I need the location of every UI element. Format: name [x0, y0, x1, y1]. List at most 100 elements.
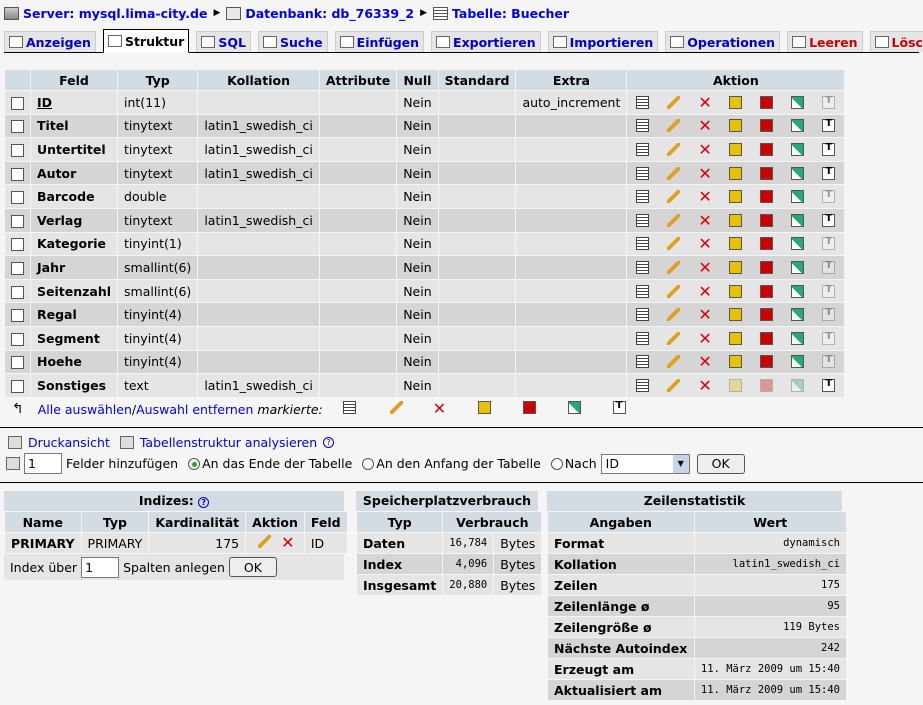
radio-end[interactable] — [188, 457, 201, 470]
row-checkbox[interactable] — [11, 238, 24, 252]
unique-icon[interactable] — [751, 256, 782, 278]
fulltext-icon[interactable] — [813, 186, 844, 208]
mass-unique-icon[interactable] — [522, 401, 536, 417]
drop-field-icon[interactable]: ✕ — [689, 351, 720, 373]
edit-field-icon[interactable] — [658, 233, 689, 255]
browse-field-icon[interactable] — [627, 162, 658, 184]
unique-icon[interactable] — [751, 115, 782, 137]
fulltext-icon[interactable] — [813, 162, 844, 184]
breadcrumb-database[interactable]: Datenbank: db_76339_2 — [245, 6, 414, 21]
tab-sql[interactable]: SQL — [196, 31, 251, 52]
unique-icon[interactable] — [751, 209, 782, 231]
primary-key-icon[interactable] — [720, 138, 751, 160]
primary-key-icon[interactable] — [720, 186, 751, 208]
index-icon[interactable] — [782, 327, 813, 349]
index-icon[interactable] — [782, 280, 813, 302]
index-columns-input[interactable] — [81, 556, 120, 578]
edit-field-icon[interactable] — [658, 374, 689, 396]
primary-key-icon[interactable] — [720, 351, 751, 373]
index-icon[interactable] — [782, 209, 813, 231]
primary-key-icon[interactable] — [720, 374, 751, 396]
drop-index-icon[interactable]: ✕ — [281, 535, 294, 551]
mass-index-icon[interactable] — [567, 401, 581, 417]
breadcrumb-server[interactable]: Server: mysql.lima-city.de — [23, 6, 207, 21]
index-icon[interactable] — [782, 162, 813, 184]
row-checkbox[interactable] — [11, 332, 24, 346]
browse-field-icon[interactable] — [627, 186, 658, 208]
fulltext-icon[interactable] — [813, 374, 844, 396]
row-checkbox[interactable] — [11, 120, 24, 134]
primary-key-icon[interactable] — [720, 233, 751, 255]
drop-field-icon[interactable]: ✕ — [689, 162, 720, 184]
unique-icon[interactable] — [751, 162, 782, 184]
drop-field-icon[interactable]: ✕ — [689, 233, 720, 255]
browse-field-icon[interactable] — [627, 327, 658, 349]
browse-field-icon[interactable] — [627, 115, 658, 137]
index-icon[interactable] — [782, 138, 813, 160]
drop-field-icon[interactable]: ✕ — [689, 280, 720, 302]
edit-field-icon[interactable] — [658, 280, 689, 302]
unique-icon[interactable] — [751, 233, 782, 255]
primary-key-icon[interactable] — [720, 327, 751, 349]
fulltext-icon[interactable] — [813, 138, 844, 160]
tab-exportieren[interactable]: Exportieren — [431, 31, 541, 52]
unique-icon[interactable] — [751, 327, 782, 349]
row-checkbox[interactable] — [11, 191, 24, 205]
edit-field-icon[interactable] — [658, 138, 689, 160]
row-checkbox[interactable] — [11, 261, 24, 275]
unique-icon[interactable] — [751, 351, 782, 373]
tab-leeren[interactable]: Leeren — [787, 31, 863, 52]
help-icon[interactable]: ? — [198, 497, 210, 508]
add-field-count-input[interactable] — [24, 453, 62, 474]
edit-field-icon[interactable] — [658, 115, 689, 137]
edit-index-icon[interactable] — [258, 535, 272, 548]
drop-field-icon[interactable]: ✕ — [689, 91, 720, 113]
unique-icon[interactable] — [751, 138, 782, 160]
radio-start[interactable] — [362, 457, 375, 470]
edit-field-icon[interactable] — [658, 327, 689, 349]
mass-drop-icon[interactable]: ✕ — [433, 400, 446, 417]
index-icon[interactable] — [782, 304, 813, 326]
create-index-ok-button[interactable]: OK — [228, 557, 277, 577]
after-field-select[interactable]: ID ▼ — [600, 453, 690, 474]
radio-after[interactable] — [550, 457, 563, 470]
unique-icon[interactable] — [751, 91, 782, 113]
tab-suche[interactable]: Suche — [257, 31, 328, 52]
fulltext-icon[interactable] — [813, 327, 844, 349]
index-icon[interactable] — [782, 186, 813, 208]
browse-field-icon[interactable] — [627, 91, 658, 113]
fulltext-icon[interactable] — [813, 351, 844, 373]
unique-icon[interactable] — [751, 280, 782, 302]
drop-field-icon[interactable]: ✕ — [689, 115, 720, 137]
primary-key-icon[interactable] — [720, 280, 751, 302]
drop-field-icon[interactable]: ✕ — [689, 138, 720, 160]
add-fields-ok-button[interactable]: OK — [696, 453, 745, 474]
unique-icon[interactable] — [751, 304, 782, 326]
fulltext-icon[interactable] — [813, 115, 844, 137]
browse-field-icon[interactable] — [627, 351, 658, 373]
deselect-all-link[interactable]: Auswahl entfernen — [136, 402, 253, 417]
tab-löschen[interactable]: Löschen — [869, 31, 923, 52]
browse-field-icon[interactable] — [627, 138, 658, 160]
unique-icon[interactable] — [751, 374, 782, 396]
edit-field-icon[interactable] — [658, 351, 689, 373]
mass-primary-icon[interactable] — [477, 401, 491, 417]
breadcrumb-table[interactable]: Tabelle: Buecher — [452, 6, 569, 21]
tab-struktur[interactable]: Struktur — [102, 29, 190, 53]
primary-key-icon[interactable] — [720, 162, 751, 184]
browse-field-icon[interactable] — [627, 209, 658, 231]
row-checkbox[interactable] — [11, 309, 24, 323]
primary-key-icon[interactable] — [720, 115, 751, 137]
browse-field-icon[interactable] — [627, 374, 658, 396]
fulltext-icon[interactable] — [813, 233, 844, 255]
help-icon[interactable]: ? — [323, 437, 335, 448]
tab-anzeigen[interactable]: Anzeigen — [4, 31, 96, 52]
index-icon[interactable] — [782, 351, 813, 373]
row-checkbox[interactable] — [11, 96, 24, 110]
browse-field-icon[interactable] — [627, 280, 658, 302]
mass-browse-icon[interactable] — [342, 401, 356, 417]
mass-edit-icon[interactable] — [389, 401, 403, 417]
browse-field-icon[interactable] — [627, 304, 658, 326]
edit-field-icon[interactable] — [658, 304, 689, 326]
index-icon[interactable] — [782, 256, 813, 278]
